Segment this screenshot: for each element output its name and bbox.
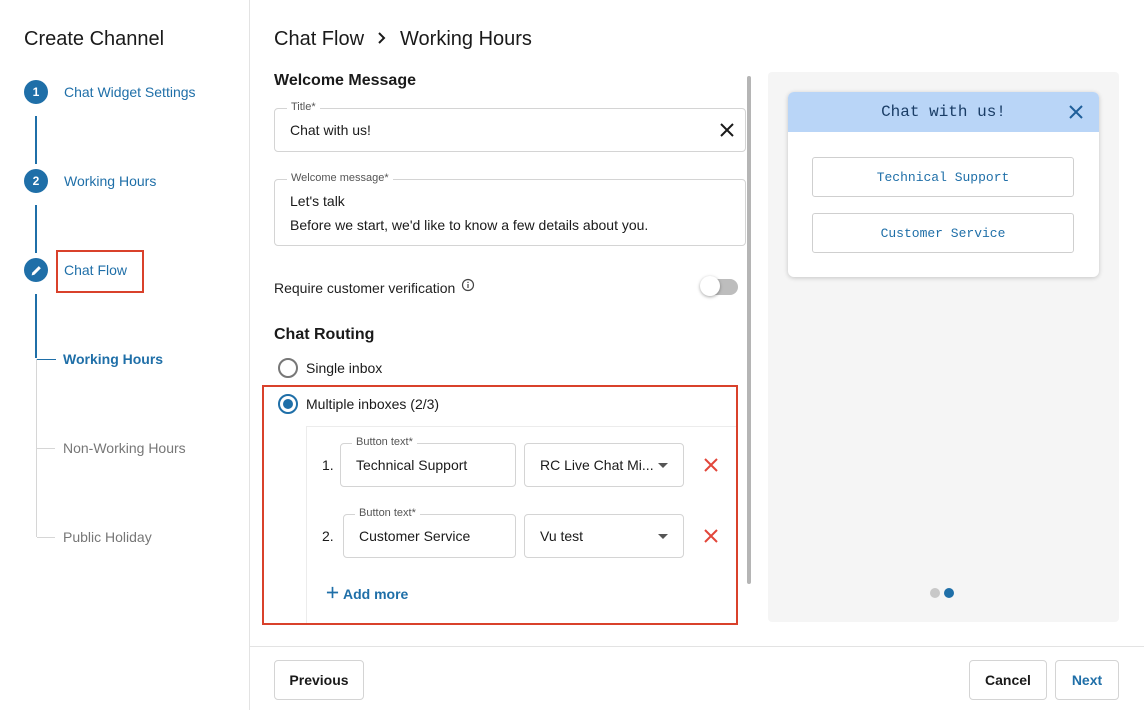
multiple-inboxes-highlight — [262, 385, 738, 625]
step-number-1: 1 — [24, 80, 48, 104]
breadcrumb-parent[interactable]: Chat Flow — [274, 28, 364, 51]
pagination-dot[interactable] — [930, 588, 940, 598]
substep-non-working-hours[interactable]: Non-Working Hours — [63, 440, 186, 456]
chevron-right-icon — [376, 28, 388, 51]
step-chat-widget-settings[interactable]: Chat Widget Settings — [64, 84, 196, 100]
cancel-button[interactable]: Cancel — [969, 660, 1047, 700]
substep-public-holiday[interactable]: Public Holiday — [63, 529, 152, 545]
chat-widget-header: Chat with us! — [788, 92, 1099, 132]
title-field-label: Title* — [287, 101, 320, 113]
step-connector — [35, 205, 37, 253]
close-icon[interactable] — [1067, 103, 1085, 121]
substep-connector — [37, 359, 56, 360]
welcome-message-label: Welcome message* — [287, 172, 393, 184]
next-button[interactable]: Next — [1055, 660, 1119, 700]
welcome-message-line-2: Before we start, we'd like to know a few… — [290, 217, 649, 233]
toggle-knob — [700, 276, 720, 296]
welcome-message-field[interactable]: Welcome message* Let's talk Before we st… — [274, 172, 746, 246]
single-inbox-label: Single inbox — [306, 360, 383, 376]
clear-icon[interactable] — [719, 122, 735, 138]
step-working-hours[interactable]: Working Hours — [64, 173, 156, 189]
verification-row: Require customer verification — [274, 278, 475, 297]
previous-button[interactable]: Previous — [274, 660, 364, 700]
info-icon[interactable] — [461, 278, 475, 297]
sidebar-title: Create Channel — [24, 28, 165, 50]
chat-widget-preview: Chat with us! Technical Support Customer… — [768, 72, 1119, 622]
step-connector — [35, 294, 37, 358]
main-panel: Chat Flow Working Hours Welcome Message … — [250, 0, 1144, 710]
welcome-section-title: Welcome Message — [274, 72, 416, 89]
preview-pagination — [930, 588, 954, 598]
substep-connector — [37, 448, 55, 449]
chat-widget-title: Chat with us! — [881, 103, 1006, 121]
stepper-sidebar: Create Channel 1 Chat Widget Settings 2 … — [0, 0, 250, 710]
form-scrollbar[interactable] — [747, 76, 751, 584]
preview-option-technical-support[interactable]: Technical Support — [812, 157, 1074, 197]
footer-bar: Previous Cancel Next — [250, 646, 1144, 710]
verification-toggle[interactable] — [700, 276, 738, 296]
welcome-message-line-1: Let's talk — [290, 193, 345, 209]
title-field[interactable]: Title* Chat with us! — [274, 101, 746, 152]
substep-working-hours[interactable]: Working Hours — [63, 351, 163, 367]
pagination-dot-active[interactable] — [944, 588, 954, 598]
chat-widget-card: Chat with us! Technical Support Customer… — [788, 92, 1099, 277]
breadcrumb-current: Working Hours — [400, 28, 532, 50]
title-field-value: Chat with us! — [290, 122, 371, 138]
routing-section-title: Chat Routing — [274, 326, 375, 343]
step-connector — [35, 116, 37, 164]
step-number-2: 2 — [24, 169, 48, 193]
verification-label: Require customer verification — [274, 279, 456, 296]
chat-flow-highlight — [56, 250, 144, 293]
pencil-icon — [24, 258, 48, 282]
preview-option-customer-service[interactable]: Customer Service — [812, 213, 1074, 253]
substep-connector — [37, 537, 55, 538]
single-inbox-radio[interactable] — [278, 358, 298, 378]
breadcrumb: Chat Flow Working Hours — [274, 28, 532, 51]
